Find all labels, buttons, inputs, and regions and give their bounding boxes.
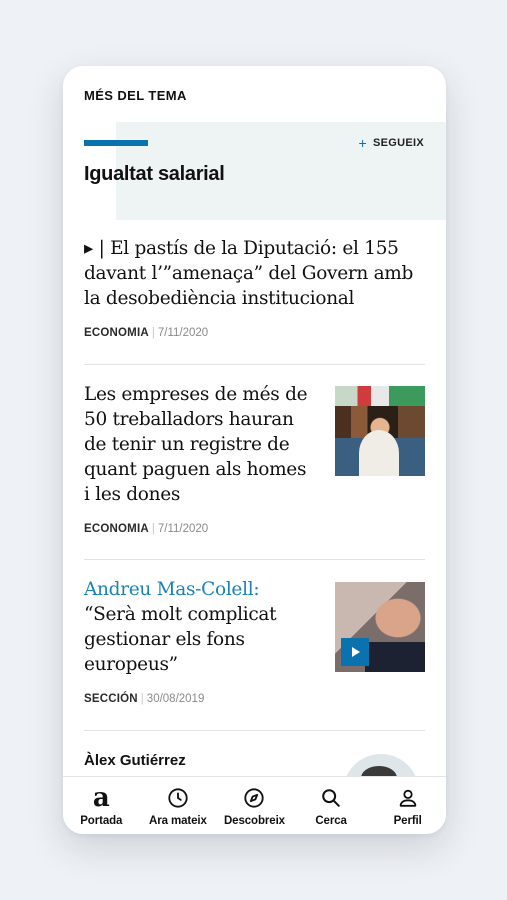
article-card[interactable]: Les empreses de més de 50 treballadors h… <box>84 382 309 535</box>
tab-cerca[interactable]: Cerca <box>293 786 369 827</box>
user-icon <box>397 786 419 810</box>
article-meta: ECONOMIA | 7/11/2020 <box>84 523 209 535</box>
article-headline[interactable]: Andreu Mas-Colell: “Serà molt complicat g… <box>84 577 309 677</box>
article-category[interactable]: SECCIÓN <box>84 693 138 705</box>
follow-label: SEGUEIX <box>372 137 424 149</box>
clock-icon <box>167 786 189 810</box>
article-meta: ECONOMIA | 7/11/2020 <box>84 327 209 339</box>
article-date: 7/11/2020 <box>157 327 209 339</box>
bottom-tab-bar: a Portada Ara mateix Descobreix Cerca Pe… <box>63 776 446 834</box>
divider <box>84 364 425 365</box>
article-card[interactable]: Andreu Mas-Colell: “Serà molt complicat g… <box>84 577 309 705</box>
logo-a-icon: a <box>92 783 110 813</box>
tab-ara-mateix[interactable]: Ara mateix <box>140 786 216 827</box>
author-name[interactable]: Àlex Gutiérrez <box>84 752 186 769</box>
topic-accent-bar <box>84 140 148 146</box>
article-category[interactable]: ECONOMIA <box>84 327 149 339</box>
plus-icon: + <box>358 134 367 151</box>
article-thumbnail[interactable] <box>335 386 425 476</box>
article-date: 30/08/2019 <box>146 693 205 705</box>
article-card[interactable]: ▸ | El pastís de la Diputació: el 155 da… <box>84 236 425 339</box>
section-title: MÉS DEL TEMA <box>84 88 187 103</box>
compass-icon <box>243 786 265 810</box>
article-meta: SECCIÓN | 30/08/2019 <box>84 693 205 705</box>
tab-portada[interactable]: a Portada <box>63 783 139 827</box>
article-date: 7/11/2020 <box>157 523 209 535</box>
article-thumbnail[interactable] <box>335 582 425 672</box>
divider <box>84 559 425 560</box>
follow-button[interactable]: + SEGUEIX <box>358 134 425 151</box>
topic-title[interactable]: Igualtat salarial <box>84 163 225 186</box>
app-screen: MÉS DEL TEMA + SEGUEIX Igualtat salarial… <box>63 66 446 834</box>
article-category[interactable]: ECONOMIA <box>84 523 149 535</box>
divider <box>84 730 425 731</box>
play-icon[interactable] <box>341 638 369 666</box>
tab-descobreix[interactable]: Descobreix <box>216 786 292 827</box>
headline-author: Andreu Mas-Colell: <box>84 579 260 600</box>
article-headline[interactable]: ▸ | El pastís de la Diputació: el 155 da… <box>84 236 425 311</box>
search-icon <box>320 786 342 810</box>
video-indicator: ▸ | <box>84 238 111 259</box>
article-headline[interactable]: Les empreses de més de 50 treballadors h… <box>84 382 309 507</box>
tab-perfil[interactable]: Perfil <box>370 786 446 827</box>
